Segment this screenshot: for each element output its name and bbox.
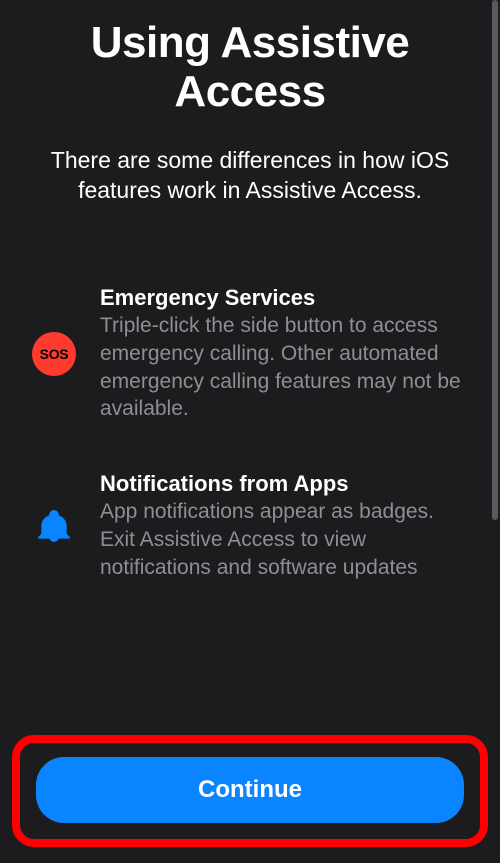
continue-button[interactable]: Continue	[36, 757, 464, 823]
item-title: Emergency Services	[100, 285, 470, 311]
item-title: Notifications from Apps	[100, 471, 470, 497]
item-content: Emergency Services Triple-click the side…	[100, 285, 470, 423]
item-description: App notifications appear as badges. Exit…	[100, 498, 470, 581]
button-highlight-wrapper: Continue	[12, 735, 488, 847]
page-title: Using Assistive Access	[30, 18, 470, 117]
info-item-emergency: SOS Emergency Services Triple-click the …	[30, 285, 470, 423]
icon-container	[30, 506, 78, 546]
scrollbar[interactable]	[492, 0, 498, 520]
info-items-list: SOS Emergency Services Triple-click the …	[30, 285, 470, 581]
sos-icon: SOS	[32, 332, 76, 376]
item-content: Notifications from Apps App notification…	[100, 471, 470, 581]
icon-container: SOS	[30, 332, 78, 376]
info-item-notifications: Notifications from Apps App notification…	[30, 471, 470, 581]
page-subtitle: There are some differences in how iOS fe…	[30, 145, 470, 206]
bell-icon	[34, 506, 74, 546]
item-description: Triple-click the side button to access e…	[100, 312, 470, 423]
